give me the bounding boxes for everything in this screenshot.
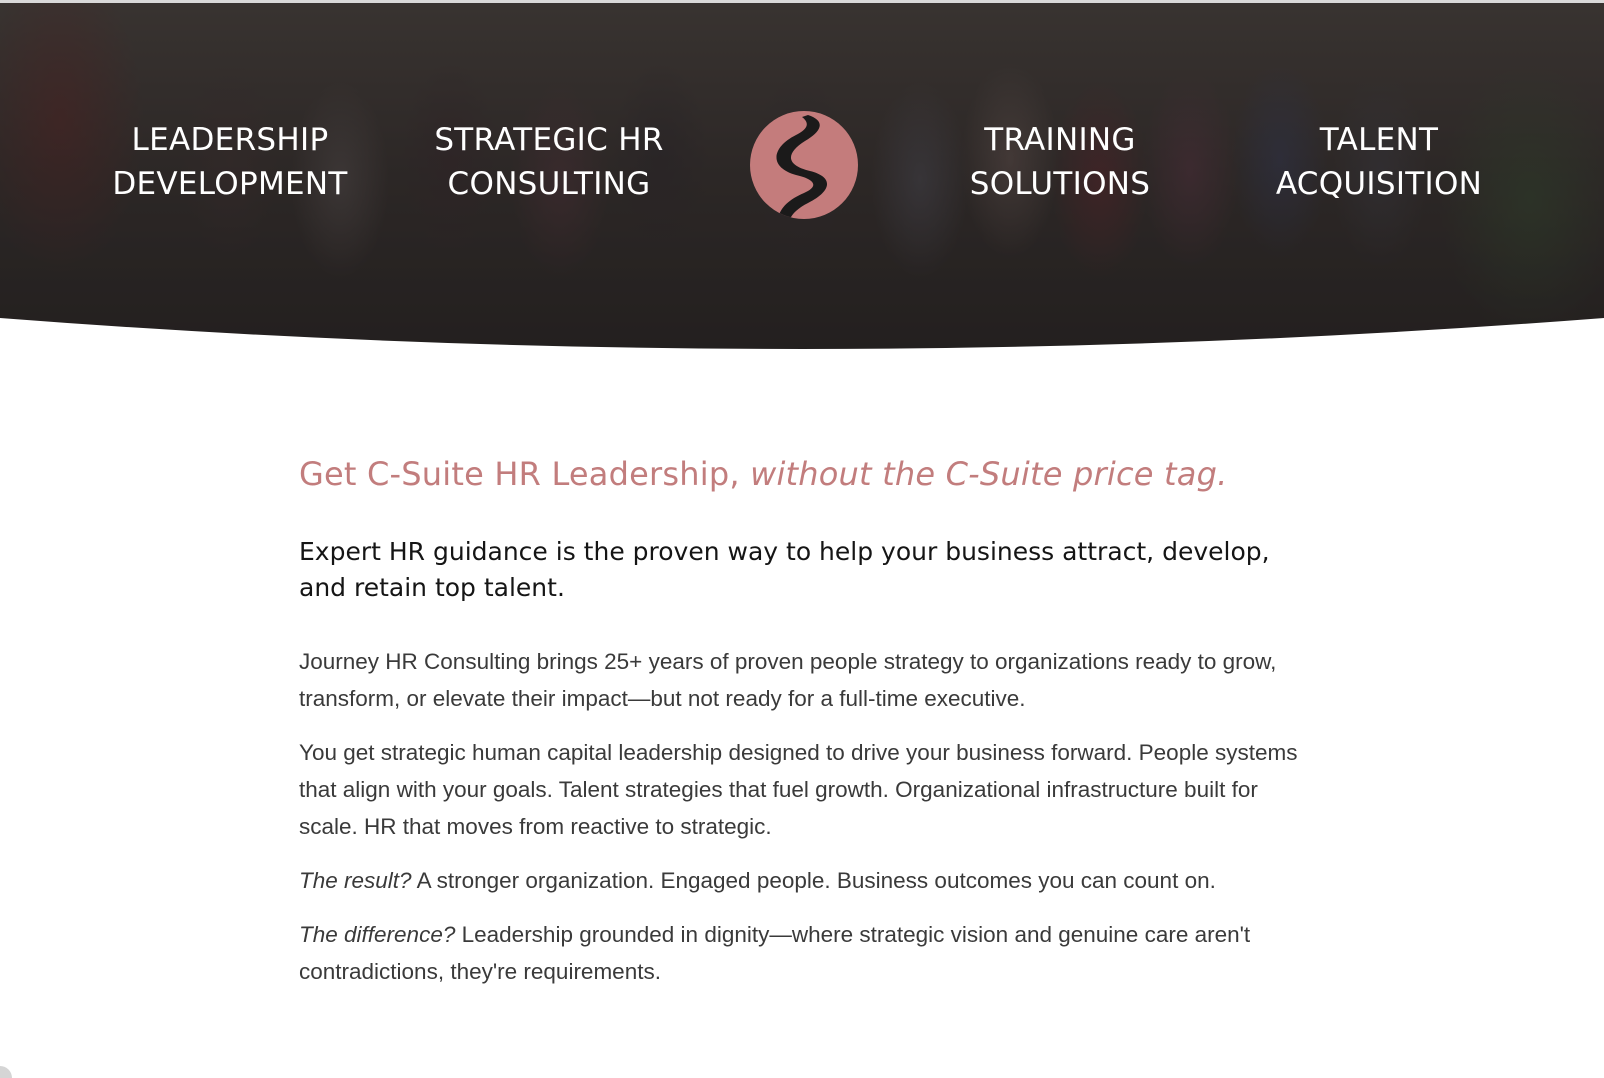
- nav-label-line1: TRAINING: [984, 122, 1136, 158]
- difference-paragraph: The difference? Leadership grounded in d…: [299, 916, 1305, 990]
- nav-strategic-hr-consulting[interactable]: STRATEGIC HR CONSULTING: [389, 118, 709, 206]
- nav-label-line2: SOLUTIONS: [969, 166, 1151, 202]
- nav-label-line1: STRATEGIC HR: [434, 122, 664, 158]
- nav-leadership-development[interactable]: LEADERSHIP DEVELOPMENT: [70, 118, 390, 206]
- nav-label-line1: LEADERSHIP: [131, 122, 329, 158]
- nav-label-line2: ACQUISITION: [1275, 166, 1483, 202]
- subheadline: Expert HR guidance is the proven way to …: [299, 537, 1270, 602]
- value-paragraph: You get strategic human capital leadersh…: [299, 740, 1298, 839]
- nav-label-line2: CONSULTING: [447, 166, 651, 202]
- page: LEADERSHIP DEVELOPMENT STRATEGIC HR CONS…: [0, 0, 1604, 1078]
- result-text: A stronger organization. Engaged people.…: [416, 868, 1216, 893]
- difference-lead: The difference?: [299, 922, 456, 947]
- intro-paragraph: Journey HR Consulting brings 25+ years o…: [299, 649, 1277, 711]
- nav-label-line2: DEVELOPMENT: [112, 166, 348, 202]
- headline-italic: without the C-Suite price tag.: [750, 455, 1228, 493]
- page-headline: Get C-Suite HR Leadership, without the C…: [299, 450, 1305, 498]
- nav-training-solutions[interactable]: TRAINING SOLUTIONS: [900, 118, 1220, 206]
- result-paragraph: The result? A stronger organization. Eng…: [299, 862, 1305, 899]
- result-lead: The result?: [299, 868, 412, 893]
- nav-label-line1: TALENT: [1319, 122, 1439, 158]
- corner-decoration: [0, 1066, 12, 1078]
- winding-road-logo-icon: [776, 115, 828, 219]
- intro-section: Get C-Suite HR Leadership, without the C…: [299, 450, 1305, 990]
- main-nav: LEADERSHIP DEVELOPMENT STRATEGIC HR CONS…: [0, 0, 1604, 330]
- home-logo-link[interactable]: [750, 111, 858, 219]
- nav-talent-acquisition[interactable]: TALENT ACQUISITION: [1219, 118, 1539, 206]
- headline-main: Get C-Suite HR Leadership,: [299, 455, 740, 493]
